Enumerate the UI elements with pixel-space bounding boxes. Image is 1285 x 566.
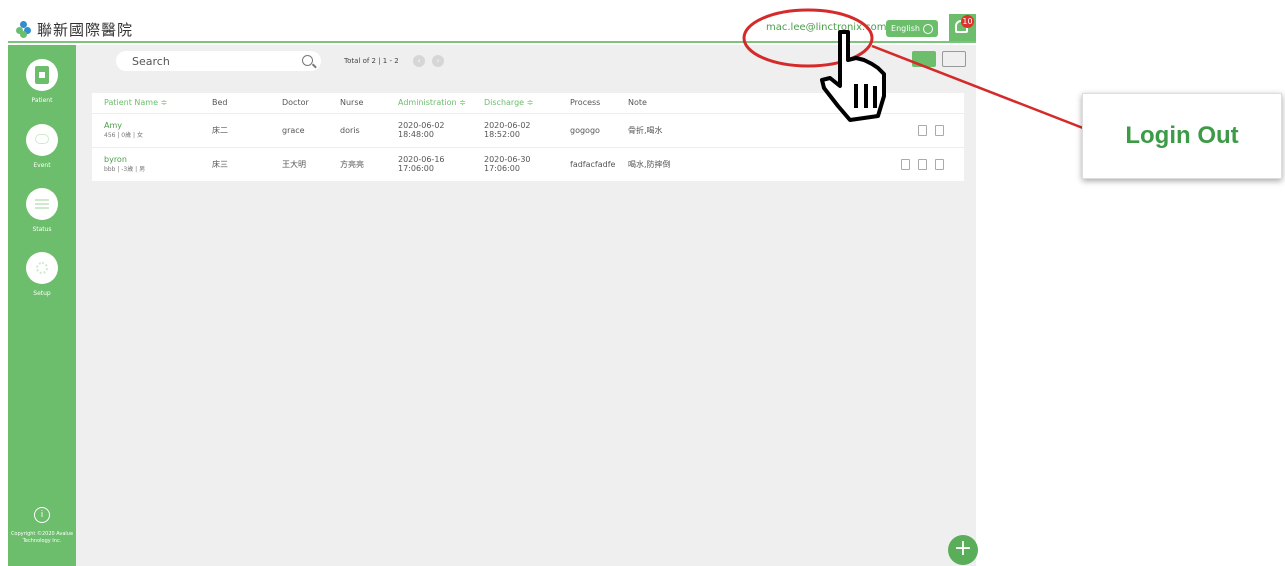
top-bar: 聯新國際醫院 mac.lee@linctronix.com English 10	[8, 14, 976, 43]
trash-icon[interactable]	[935, 158, 944, 170]
note-cell: 喝水,防摔倒	[616, 147, 696, 182]
column-header-nurse: Nurse	[328, 93, 386, 114]
patient-info: 456 | 0歲 | 女	[104, 132, 143, 139]
table-header-row: Patient Name ≑ Bed Doctor Nurse Administ…	[92, 93, 964, 114]
list-view-toggle[interactable]	[912, 51, 936, 67]
prev-page-button[interactable]: ‹	[413, 55, 425, 67]
column-header-administration[interactable]: Administration ≑	[386, 93, 472, 114]
logo-mark-icon	[16, 21, 32, 38]
card-view-toggle[interactable]	[942, 51, 966, 67]
bed-cell: 床三	[200, 147, 270, 182]
hospital-name: 聯新國際醫院	[37, 20, 134, 39]
notification-button[interactable]: 10	[949, 14, 976, 41]
callout-label: Login Out	[1125, 122, 1239, 149]
patient-name-cell[interactable]: Amy 456 | 0歲 | 女	[92, 113, 200, 148]
process-cell: gogogo	[558, 113, 616, 148]
next-page-button[interactable]: ›	[432, 55, 444, 67]
edit-icon[interactable]	[901, 158, 910, 170]
sidebar: Patient Event Status Setup i Copyright ©…	[8, 45, 76, 566]
search-input[interactable]: Search	[116, 51, 321, 71]
actions-cell	[696, 113, 964, 148]
gear-icon	[26, 252, 58, 284]
column-header-bed: Bed	[200, 93, 270, 114]
search-placeholder: Search	[132, 55, 170, 68]
sidebar-item-label: Setup	[33, 290, 51, 297]
copyright-text: Copyright ©2020 Avalue Technology Inc.	[10, 531, 74, 544]
table-row[interactable]: Amy 456 | 0歲 | 女 床二 grace doris 2020-06-…	[92, 113, 964, 148]
bed-cell: 床二	[200, 113, 270, 148]
column-header-actions	[696, 93, 964, 114]
column-header-patient-name[interactable]: Patient Name ≑	[92, 93, 200, 114]
hospital-logo[interactable]: 聯新國際醫院	[16, 18, 133, 40]
column-header-process: Process	[558, 93, 616, 114]
info-icon[interactable]: i	[34, 507, 50, 523]
nurse-cell: 方亮亮	[328, 147, 386, 182]
add-patient-button[interactable]: +	[948, 535, 978, 565]
login-out-callout: Login Out	[1082, 93, 1282, 179]
notification-badge: 10	[961, 15, 974, 28]
patient-info: bbb | -3歲 | 男	[104, 166, 146, 173]
pagination-info: Total of 2 | 1 - 2	[344, 57, 399, 65]
column-header-doctor: Doctor	[270, 93, 328, 114]
globe-icon	[922, 23, 933, 34]
patient-name-cell[interactable]: byron bbb | -3歲 | 男	[92, 147, 200, 182]
discharge-cell: 2020-06-30 17:06:00	[472, 147, 558, 182]
column-header-note: Note	[616, 93, 696, 114]
doctor-cell: grace	[270, 113, 328, 148]
sidebar-item-setup[interactable]: Setup	[8, 252, 76, 307]
app-window: 聯新國際醫院 mac.lee@linctronix.com English 10…	[8, 14, 978, 566]
table-row[interactable]: byron bbb | -3歲 | 男 床三 王大明 方亮亮 2020-06-1…	[92, 147, 964, 182]
user-email-link[interactable]: mac.lee@linctronix.com	[766, 22, 887, 33]
sidebar-item-label: Patient	[31, 97, 53, 104]
doctor-cell: 王大明	[270, 147, 328, 182]
stats-icon[interactable]	[918, 158, 927, 170]
language-label: English	[891, 24, 920, 33]
patient-name[interactable]: byron	[104, 155, 200, 164]
sidebar-item-label: Status	[32, 226, 52, 233]
administration-cell: 2020-06-16 17:06:00	[386, 147, 472, 182]
search-icon[interactable]	[302, 55, 313, 66]
patient-name[interactable]: Amy	[104, 121, 200, 130]
stats-icon[interactable]	[918, 124, 927, 136]
patient-table: Patient Name ≑ Bed Doctor Nurse Administ…	[92, 93, 964, 182]
administration-cell: 2020-06-02 18:48:00	[386, 113, 472, 148]
sidebar-item-event[interactable]: Event	[8, 124, 76, 179]
patient-icon	[26, 59, 58, 91]
discharge-cell: 2020-06-02 18:52:00	[472, 113, 558, 148]
chat-icon	[26, 124, 58, 156]
sidebar-item-patient[interactable]: Patient	[8, 59, 76, 114]
list-icon	[26, 188, 58, 220]
sidebar-item-status[interactable]: Status	[8, 188, 76, 243]
column-header-discharge[interactable]: Discharge ≑	[472, 93, 558, 114]
note-cell: 骨折,喝水	[616, 113, 696, 148]
main-content: Search Total of 2 | 1 - 2 ‹ › Patient Na…	[76, 45, 978, 566]
trash-icon[interactable]	[935, 124, 944, 136]
sidebar-item-label: Event	[33, 162, 51, 169]
screenshot-root: 聯新國際醫院 mac.lee@linctronix.com English 10…	[0, 0, 1285, 566]
language-button[interactable]: English	[886, 20, 938, 37]
process-cell: fadfacfadfe	[558, 147, 616, 182]
nurse-cell: doris	[328, 113, 386, 148]
actions-cell	[696, 147, 964, 182]
